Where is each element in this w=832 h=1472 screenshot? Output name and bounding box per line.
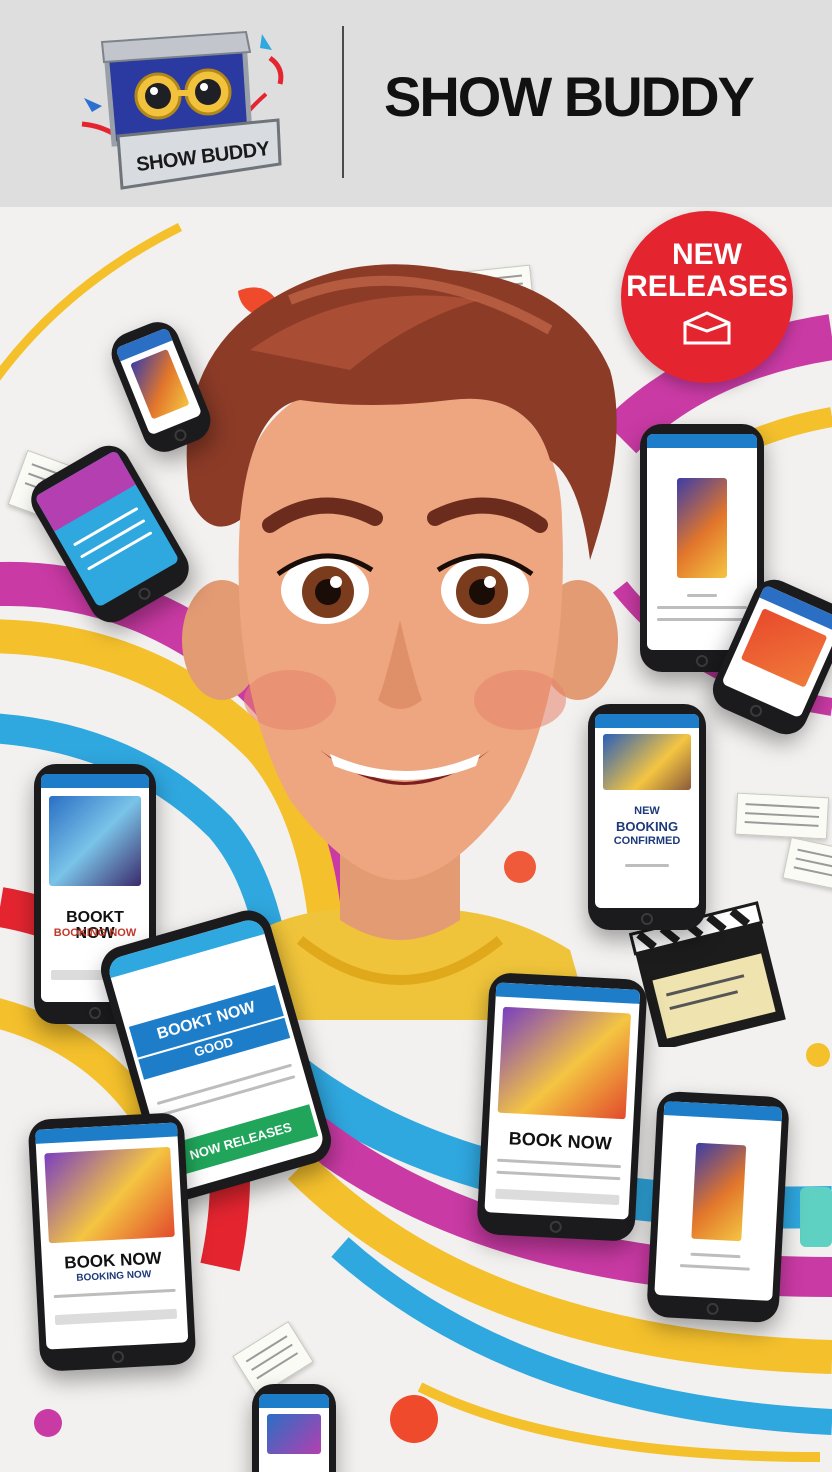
hero-section: NEW RELEASES BOOKT NOW BOOKING NOW NEW B… xyxy=(0,207,832,1472)
booking-now-subheading: BOOKING NOW xyxy=(53,927,137,939)
box-icon xyxy=(683,311,731,345)
phone-bottom-center[interactable]: BOOK NOW xyxy=(476,972,648,1242)
book-now-heading: BOOK NOW xyxy=(508,1128,613,1154)
home-button[interactable] xyxy=(641,913,653,925)
phone-screen xyxy=(647,434,757,650)
show-buddy-logo[interactable]: SHOW BUDDY xyxy=(74,28,288,196)
home-button[interactable] xyxy=(696,655,708,667)
booking-heading: BOOKING xyxy=(615,819,679,834)
phone-right-middle[interactable]: NEW BOOKING CONFIRMED xyxy=(588,704,706,930)
header-divider xyxy=(342,26,344,178)
brand-title: SHOW BUDDY xyxy=(384,65,755,128)
header-bar: SHOW BUDDY SHOW BUDDY xyxy=(0,0,832,207)
phone-screen: BOOK NOW xyxy=(484,982,641,1220)
home-button[interactable] xyxy=(136,585,153,602)
phone-bottom-partial[interactable] xyxy=(252,1384,336,1472)
phone-screen: NEW BOOKING CONFIRMED xyxy=(595,714,699,908)
phone-screen xyxy=(654,1101,783,1301)
phone-bottom-right[interactable] xyxy=(646,1090,790,1324)
home-button[interactable] xyxy=(89,1007,101,1019)
now-releases-footer: NOW RELEASES xyxy=(163,1104,319,1178)
home-button[interactable] xyxy=(172,427,189,444)
new-heading: NEW xyxy=(634,805,660,817)
phone-screen xyxy=(259,1394,329,1472)
poster: SHOW BUDDY SHOW BUDDY NEW RELEASES BOOKT… xyxy=(0,0,832,1472)
home-button[interactable] xyxy=(706,1302,719,1316)
phone-screen: BOOK NOW BOOKING NOW xyxy=(35,1122,189,1350)
phone-bottom-left[interactable]: BOOK NOW BOOKING NOW xyxy=(27,1112,197,1372)
home-button[interactable] xyxy=(549,1220,563,1234)
ticket-right-1 xyxy=(734,792,830,840)
confirmed-heading: CONFIRMED xyxy=(613,835,681,847)
home-button[interactable] xyxy=(748,702,764,719)
home-button[interactable] xyxy=(111,1350,125,1364)
